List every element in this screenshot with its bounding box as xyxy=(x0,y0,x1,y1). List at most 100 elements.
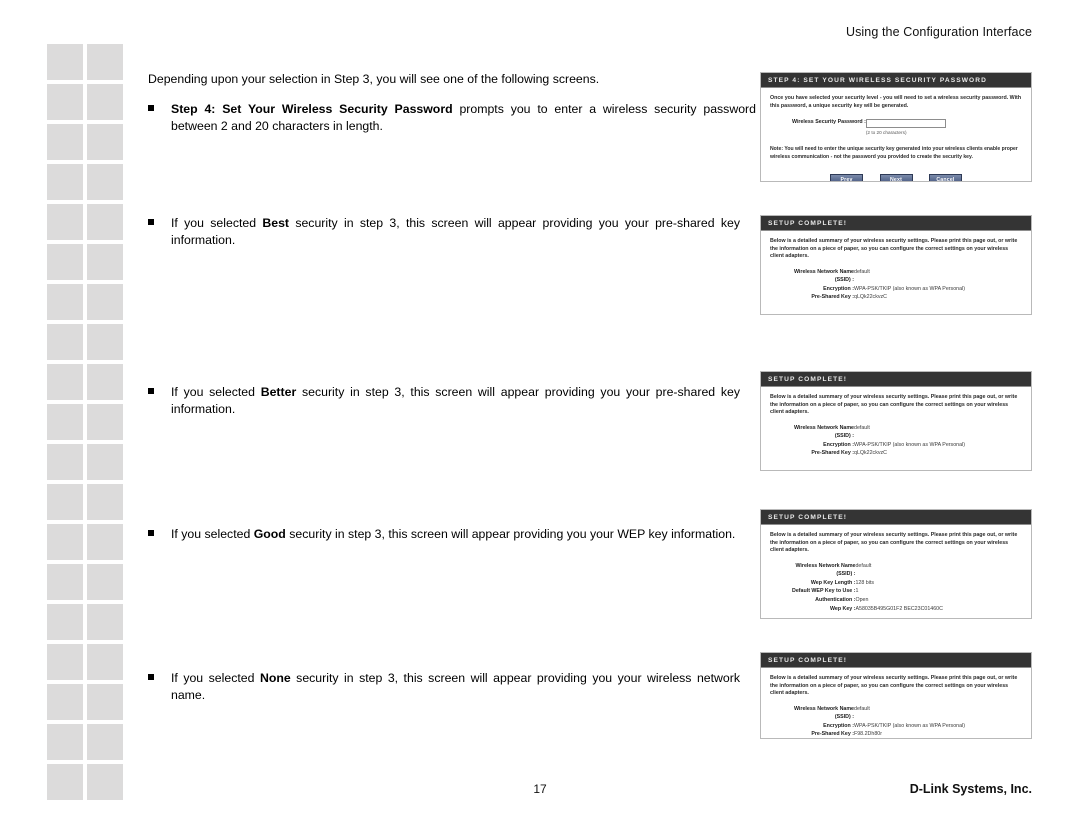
table-row: Wireless Network Name (SSID) : default xyxy=(792,563,943,579)
bullet-good-rest: security in step 3, this screen will app… xyxy=(285,527,736,541)
bullet-better-lead: If you selected xyxy=(171,385,261,399)
panel-title-bar: STEP 4: SET YOUR WIRELESS SECURITY PASSW… xyxy=(761,73,1031,88)
decorative-square xyxy=(87,364,123,400)
table-row: Wireless Security Password : (2 to 20 ch… xyxy=(792,118,946,137)
decorative-square xyxy=(87,604,123,640)
panel-body: Below is a detailed summary of your wire… xyxy=(761,387,1031,470)
decorative-square xyxy=(47,244,83,280)
panel-description: Below is a detailed summary of your wire… xyxy=(770,532,1018,554)
row-value: qLQk22ckvzC xyxy=(854,294,887,301)
panel-title-bar: SETUP COMPLETE! xyxy=(761,372,1031,387)
row-value: default xyxy=(854,706,870,713)
table-row: Wep Key Length : 128 bits xyxy=(792,579,943,588)
panel-body: Once you have selected your security lev… xyxy=(761,88,1031,181)
table-row: Pre-Shared Key : qLQk22ckvzC xyxy=(792,294,965,303)
bullet-better-text: If you selected Better security in step … xyxy=(171,384,740,418)
screenshot-panel-better: SETUP COMPLETE! Below is a detailed summ… xyxy=(760,371,1032,471)
content-block-intro: Depending upon your selection in Step 3,… xyxy=(148,71,756,135)
square-column-left xyxy=(47,44,83,804)
cancel-button[interactable]: Cancel xyxy=(928,174,962,181)
decorative-square xyxy=(47,124,83,160)
decorative-square xyxy=(87,324,123,360)
panel-title-bar: SETUP COMPLETE! xyxy=(761,653,1031,668)
password-field-cell: (2 to 20 characters) xyxy=(865,118,946,137)
decorative-square xyxy=(47,44,83,80)
bullet-step4: Step 4: Set Your Wireless Security Passw… xyxy=(148,101,756,135)
decorative-square xyxy=(87,524,123,560)
bullet-none-bold: None xyxy=(259,671,291,685)
decorative-square xyxy=(47,164,83,200)
bullet-good-lead: If you selected xyxy=(171,527,254,541)
decorative-square xyxy=(87,84,123,120)
table-row: Default WEP Key to Use : 1 xyxy=(792,588,943,597)
bullet-marker-icon xyxy=(148,674,154,680)
decorative-square xyxy=(47,84,83,120)
panel-body: Below is a detailed summary of your wire… xyxy=(761,525,1031,618)
next-button[interactable]: Next xyxy=(879,174,913,181)
bullet-none-text: If you selected None security in step 3,… xyxy=(171,670,740,704)
panel-button-row: Prev Cancel Save xyxy=(770,309,1022,314)
row-label: Wireless Network Name (SSID) : xyxy=(795,563,856,577)
bullet-step4-text: Step 4: Set Your Wireless Security Passw… xyxy=(171,101,756,135)
row-label: Encryption : xyxy=(823,441,854,448)
summary-table: Wireless Network Name (SSID) : default E… xyxy=(792,706,965,738)
decorative-square xyxy=(47,724,83,760)
row-label: Wep Key : xyxy=(829,605,856,612)
decorative-square xyxy=(47,684,83,720)
decorative-square xyxy=(87,204,123,240)
row-value: 128 bits xyxy=(855,579,875,586)
summary-table: Wireless Network Name (SSID) : default W… xyxy=(792,563,943,614)
decorative-square xyxy=(87,124,123,160)
bullet-marker-icon xyxy=(148,219,154,225)
decorative-square xyxy=(47,204,83,240)
bullet-marker-icon xyxy=(148,105,154,111)
wireless-security-password-input[interactable] xyxy=(865,118,946,128)
table-row: Wireless Network Name (SSID) : default xyxy=(792,425,965,441)
panel-description: Below is a detailed summary of your wire… xyxy=(770,238,1018,260)
decorative-square xyxy=(47,284,83,320)
screenshot-panel-best: SETUP COMPLETE! Below is a detailed summ… xyxy=(760,215,1032,315)
bullet-good-text: If you selected Good security in step 3,… xyxy=(171,526,740,543)
document-page: Using the Configuration Interface Depend… xyxy=(0,0,1080,834)
table-row: Encryption : WPA-PSK/TKIP (also known as… xyxy=(792,722,965,731)
decorative-square xyxy=(47,564,83,600)
bullet-best-text: If you selected Best security in step 3,… xyxy=(171,215,740,249)
panel-body: Below is a detailed summary of your wire… xyxy=(761,668,1031,738)
table-row: Wireless Network Name (SSID) : default xyxy=(792,269,965,285)
bullet-good: If you selected Good security in step 3,… xyxy=(148,526,740,543)
row-label: Wireless Network Name (SSID) : xyxy=(793,425,854,439)
row-label: Pre-Shared Key : xyxy=(811,450,854,457)
decorative-square xyxy=(47,604,83,640)
panel-title-bar: SETUP COMPLETE! xyxy=(761,510,1031,525)
footer-brand: D-Link Systems, Inc. xyxy=(909,782,1032,796)
prev-button[interactable]: Prev xyxy=(830,174,864,181)
row-label: Default WEP Key to Use : xyxy=(792,588,856,595)
square-column-right xyxy=(87,44,123,804)
bullet-best-bold: Best xyxy=(262,216,290,230)
bullet-best-lead: If you selected xyxy=(171,216,263,230)
panel-title-bar: SETUP COMPLETE! xyxy=(761,216,1031,231)
table-row: Encryption : WPA-PSK/TKIP (also known as… xyxy=(792,285,965,294)
row-value: default xyxy=(854,269,870,276)
row-label: Encryption : xyxy=(823,285,854,292)
bullet-better: If you selected Better security in step … xyxy=(148,384,740,418)
panel-body: Below is a detailed summary of your wire… xyxy=(761,231,1031,314)
panel-button-row: Prev Cancel Save xyxy=(770,465,1022,470)
table-row: Wep Key : A58035B495G01F2 BEC23C01460C xyxy=(792,605,943,614)
decorative-square xyxy=(47,364,83,400)
decorative-square xyxy=(87,684,123,720)
decorative-square xyxy=(87,164,123,200)
decorative-square xyxy=(47,324,83,360)
bullet-step4-bold: Step 4: Set Your Wireless Security Passw… xyxy=(171,102,453,116)
row-value: F98.2Dh80r xyxy=(854,731,882,738)
bullet-good-bold: Good xyxy=(253,527,286,541)
summary-table: Wireless Network Name (SSID) : default E… xyxy=(792,269,965,303)
table-row: Authentication : Open xyxy=(792,596,943,605)
panel-note: Note: You will need to enter the unique … xyxy=(770,146,1018,160)
row-value: WPA-PSK/TKIP (also known as WPA Personal… xyxy=(854,441,965,448)
table-row: Pre-Shared Key : F98.2Dh80r xyxy=(792,731,965,738)
decorative-square xyxy=(47,644,83,680)
panel-description: Once you have selected your security lev… xyxy=(770,95,1022,109)
decorative-square xyxy=(87,404,123,440)
decorative-square xyxy=(87,724,123,760)
